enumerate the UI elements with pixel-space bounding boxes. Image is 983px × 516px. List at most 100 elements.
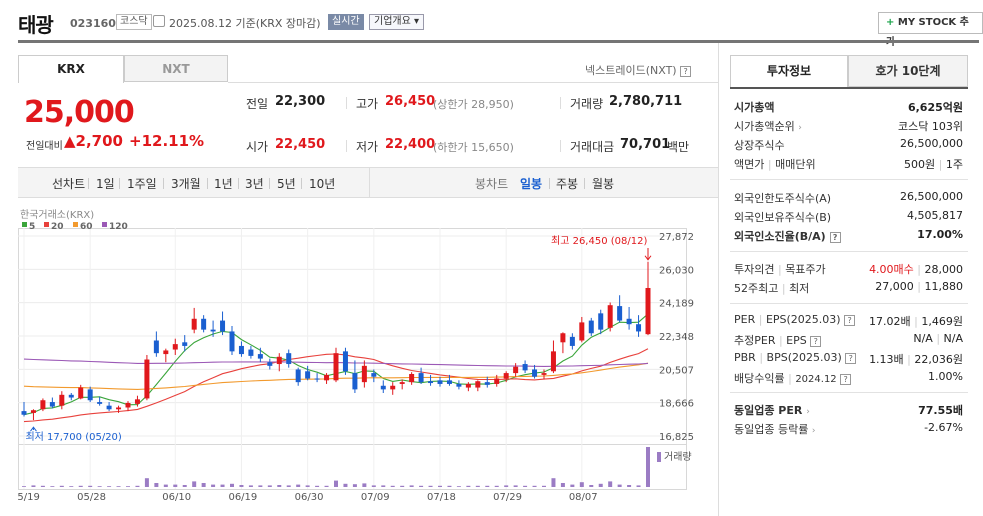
chevron-right-icon: › <box>811 426 816 436</box>
period-3y[interactable]: 3년 <box>245 175 264 192</box>
volume-bar <box>116 486 121 487</box>
x-tick-label: 07/09 <box>361 492 390 503</box>
low-value: 22,400 <box>385 137 436 152</box>
candle-body <box>286 353 292 365</box>
volume-bar <box>163 484 168 487</box>
volume-bar <box>69 486 74 487</box>
company-overview-dropdown[interactable]: 기업개요 ▾ <box>369 14 424 30</box>
volume-bar <box>589 485 594 487</box>
industry-rate-label: 동일업종 등락률 <box>734 423 809 436</box>
per-label: PER <box>734 313 756 326</box>
chart-source-label: 한국거래소(KRX) <box>20 209 94 221</box>
candle-body <box>513 366 519 374</box>
help-icon[interactable]: ? <box>829 231 841 243</box>
section-divider <box>730 303 968 304</box>
volume-bar <box>107 486 112 487</box>
volume-bar <box>201 483 206 487</box>
x-tick-label: 07/18 <box>427 492 456 503</box>
volume-bar <box>192 481 197 487</box>
period-10y[interactable]: 10년 <box>309 175 335 192</box>
upper-limit: (상한가 28,950) <box>433 98 514 111</box>
candle-body <box>125 402 131 408</box>
candle-body <box>314 378 320 380</box>
par-value: 500원 <box>904 158 936 171</box>
nextrade-link[interactable]: 넥스트레이드(NXT) ? <box>585 62 692 78</box>
unit-value: 1주 <box>945 158 963 171</box>
tab-divider <box>228 82 718 83</box>
candle-body <box>446 380 452 384</box>
chart-svg: 27,872 26,030 24,189 22,348 20,507 18,666 16,8… <box>18 209 694 503</box>
help-icon[interactable]: ? <box>845 352 857 364</box>
x-tick-label: 05/19 <box>18 492 40 503</box>
candle-body <box>645 287 651 335</box>
amount-label: 거래대금 <box>570 140 615 154</box>
change-label: 전일대비 <box>26 141 63 152</box>
candle-body <box>588 320 594 334</box>
period-1w[interactable]: 1주일 <box>127 175 157 192</box>
foreign-hold-value: 4,505,817 <box>907 209 963 222</box>
volume-bar <box>135 485 140 487</box>
volume-bar <box>59 485 64 487</box>
volume-bar <box>475 485 480 487</box>
candle-body <box>418 373 424 383</box>
candle-daily[interactable]: 일봉 <box>520 175 542 192</box>
period-3m[interactable]: 3개월 <box>171 175 201 192</box>
candle-body <box>541 373 547 375</box>
current-price: 25,000 <box>24 95 135 130</box>
volume-bar <box>324 485 329 487</box>
volume-bar <box>428 485 433 487</box>
volume-bar <box>277 485 282 487</box>
candle-body <box>276 356 282 365</box>
volume-bar <box>248 485 253 487</box>
foreign-limit-value: 26,500,000 <box>900 190 963 203</box>
volume-bar <box>182 485 187 487</box>
realtime-badge[interactable]: 실시간 <box>328 14 364 30</box>
volume-bar <box>485 485 490 487</box>
candle-body <box>78 387 84 399</box>
help-icon[interactable]: ? <box>840 373 852 385</box>
industry-rate-link[interactable]: 동일업종 등락률 › <box>734 421 815 437</box>
tab-investment-info[interactable]: 투자정보 <box>730 55 848 87</box>
open-value: 22,450 <box>275 137 326 152</box>
tab-krx[interactable]: KRX <box>18 55 124 83</box>
period-5y[interactable]: 5년 <box>277 175 296 192</box>
candle-body <box>324 374 330 381</box>
volume-bar <box>627 485 632 487</box>
candle-body <box>626 318 632 325</box>
candle-body <box>532 369 538 377</box>
y-tick-label: 20,507 <box>659 365 694 376</box>
volume-bar <box>570 484 575 487</box>
candle-body <box>248 349 254 356</box>
tab-nxt[interactable]: NXT <box>124 55 228 82</box>
help-icon[interactable]: ? <box>844 314 856 326</box>
divider <box>163 178 164 189</box>
x-tick-label: 06/19 <box>228 492 257 503</box>
candle-body <box>342 351 348 372</box>
help-icon[interactable]: ? <box>680 65 692 77</box>
help-icon[interactable]: ? <box>810 335 822 347</box>
candle-body <box>191 318 197 330</box>
candle-body <box>380 385 386 390</box>
candle-chart-label[interactable]: 봉차트 <box>475 175 508 192</box>
volume-bar <box>494 485 499 487</box>
volume-bar <box>258 485 263 487</box>
volume-value: 2,780,711 <box>609 94 683 109</box>
industry-per-link[interactable]: 동일업종 PER › <box>734 402 810 418</box>
candle-body <box>465 383 471 388</box>
candle-body <box>30 410 36 413</box>
candle-weekly[interactable]: 주봉 <box>556 175 578 192</box>
line-chart-button[interactable]: 선차트 <box>52 175 85 192</box>
period-1d[interactable]: 1일 <box>96 175 115 192</box>
volume-bar <box>456 486 461 487</box>
candle-monthly[interactable]: 월봉 <box>592 175 614 192</box>
candle-body <box>220 320 226 332</box>
my-stock-add-button[interactable]: + MY STOCK 추가 <box>878 12 983 48</box>
tab-orderbook[interactable]: 호가 10단계 <box>848 55 968 87</box>
cap-rank-label[interactable]: 시가총액순위 › <box>734 118 802 134</box>
price-chart[interactable]: 27,872 26,030 24,189 22,348 20,507 18,666 16,8… <box>18 204 718 514</box>
change-value: ▲2,700 <box>64 132 123 150</box>
foreign-ratio-label: 외국인소진율(B/A) <box>734 230 826 243</box>
candle-body <box>560 333 566 343</box>
period-1y[interactable]: 1년 <box>214 175 233 192</box>
shares-value: 26,500,000 <box>900 137 963 150</box>
